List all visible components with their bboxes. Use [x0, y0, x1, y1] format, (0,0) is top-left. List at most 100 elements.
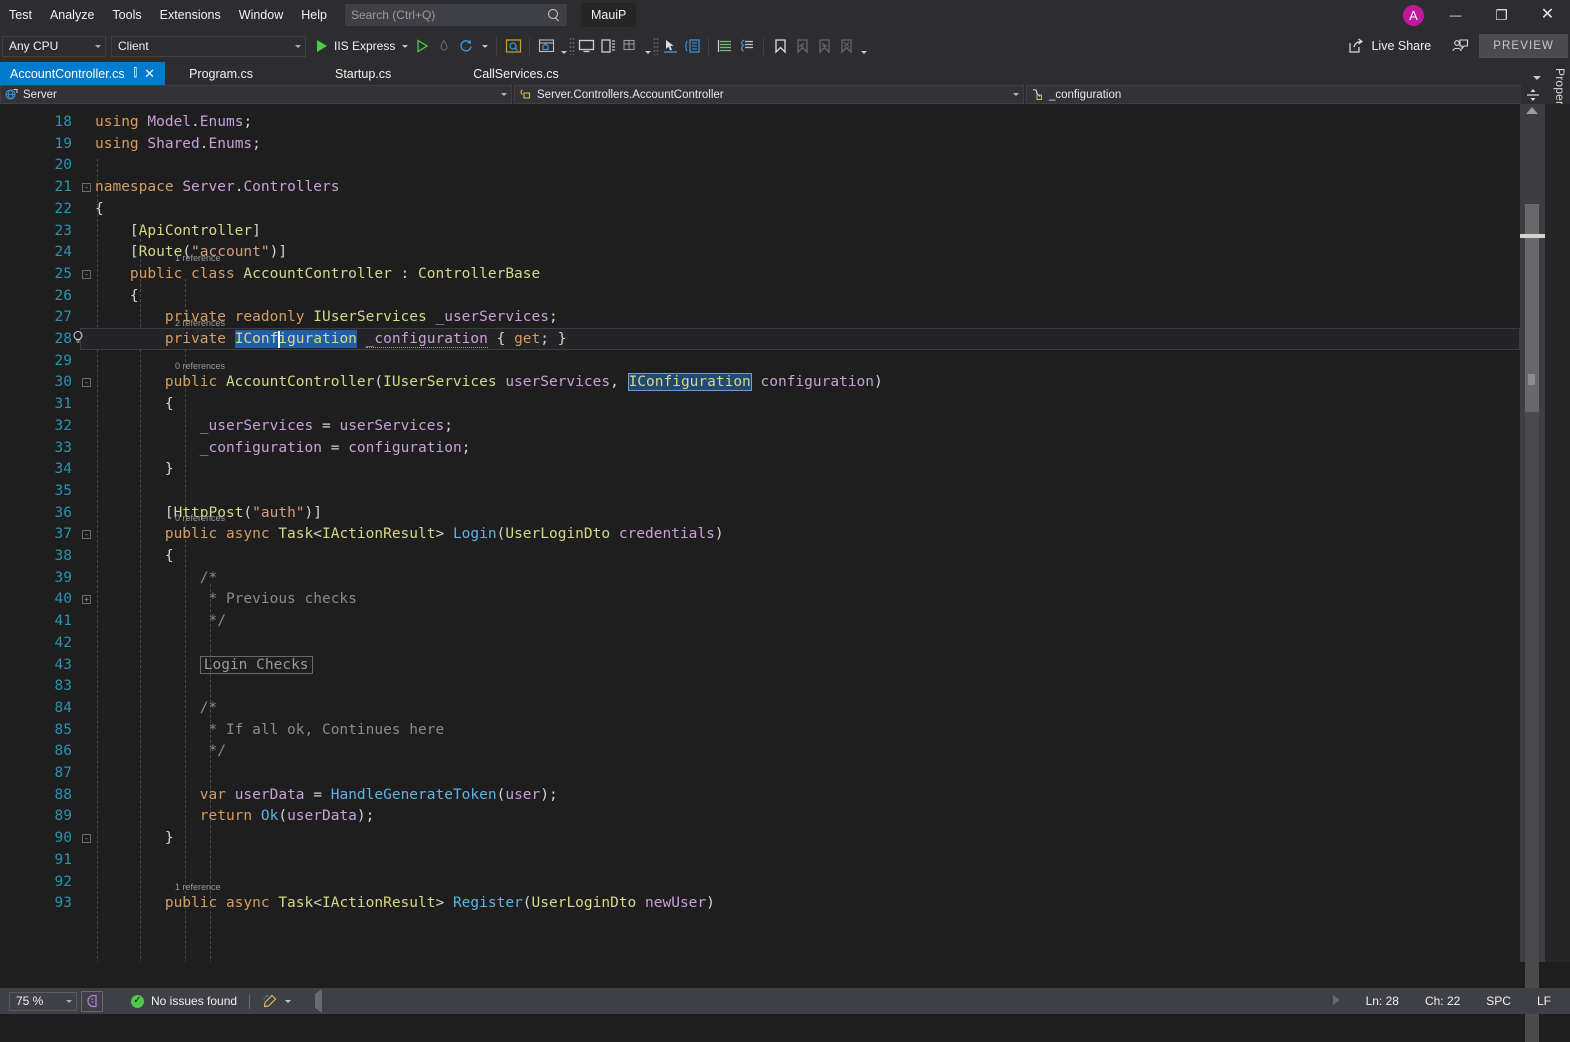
code-line[interactable] — [0, 633, 1520, 655]
menu-item-extensions[interactable]: Extensions — [151, 3, 230, 27]
desktop-preview-button[interactable] — [575, 35, 597, 57]
outlining-toggle[interactable]: - — [82, 530, 91, 539]
scroll-up-arrow-icon[interactable] — [1526, 107, 1538, 114]
code-line[interactable]: } — [0, 828, 1520, 850]
restart-button[interactable] — [455, 35, 477, 57]
code-line[interactable]: { — [0, 199, 1520, 221]
codelens-reference-count[interactable]: 0 references — [175, 361, 225, 372]
live-share-button[interactable]: Live Share — [1348, 38, 1431, 54]
xaml-live-tree-button[interactable] — [681, 35, 703, 57]
code-line[interactable] — [0, 850, 1520, 872]
avatar[interactable]: A — [1403, 5, 1424, 26]
toolbar-overflow-button[interactable] — [857, 35, 869, 57]
run-target-dropdown[interactable] — [397, 35, 411, 57]
spaces-indicator[interactable]: SPC — [1473, 994, 1524, 1008]
comment-selection-button[interactable] — [714, 35, 736, 57]
code-line[interactable]: [HttpPost("auth")] — [0, 503, 1520, 525]
outlining-toggle[interactable]: + — [82, 595, 91, 604]
code-line[interactable] — [0, 872, 1520, 894]
code-line[interactable]: public async Task<IActionResult> Registe… — [0, 893, 1520, 915]
next-bookmark-button[interactable] — [813, 35, 835, 57]
codelens-reference-count[interactable]: 1 reference — [175, 253, 221, 264]
select-device-dropdown[interactable] — [641, 35, 653, 57]
codelens-reference-count[interactable]: 0 references — [175, 513, 225, 524]
code-line[interactable]: Login Checks — [0, 655, 1520, 677]
member-scope-dropdown[interactable]: _configuration — [1026, 85, 1526, 104]
code-line[interactable]: */ — [0, 611, 1520, 633]
code-line[interactable]: * Previous checks — [0, 589, 1520, 611]
code-line[interactable] — [0, 676, 1520, 698]
code-line[interactable] — [0, 763, 1520, 785]
vertical-scrollbar[interactable] — [1520, 104, 1545, 962]
outlining-toggle[interactable]: - — [82, 834, 91, 843]
outlining-toggle[interactable]: - — [82, 270, 91, 279]
code-line[interactable]: using Model.Enums; — [0, 112, 1520, 134]
zoom-level-dropdown[interactable]: 75 % — [9, 992, 77, 1011]
code-line[interactable]: { — [0, 546, 1520, 568]
code-line[interactable]: */ — [0, 741, 1520, 763]
split-editor-button[interactable] — [1521, 85, 1545, 104]
code-line[interactable]: [ApiController] — [0, 221, 1520, 243]
device-preview-button[interactable] — [597, 35, 619, 57]
code-line[interactable]: public AccountController(IUserServices u… — [0, 372, 1520, 394]
code-line[interactable] — [0, 481, 1520, 503]
line-ending-indicator[interactable]: LF — [1524, 994, 1564, 1008]
pointer-select-button[interactable] — [659, 35, 681, 57]
code-line[interactable]: return Ok(userData); — [0, 806, 1520, 828]
code-line[interactable]: _configuration = configuration; — [0, 438, 1520, 460]
preview-changes-button[interactable] — [502, 35, 524, 57]
code-line[interactable]: private IConfiguration _configuration { … — [0, 329, 1520, 351]
type-scope-dropdown[interactable]: Server.Controllers.AccountController — [514, 85, 1024, 104]
hot-reload-button[interactable] — [433, 35, 455, 57]
code-line[interactable]: { — [0, 286, 1520, 308]
select-device-button[interactable] — [619, 35, 641, 57]
outlining-toggle[interactable]: - — [82, 183, 91, 192]
start-without-debugging-button[interactable] — [411, 35, 433, 57]
codelens-reference-count[interactable]: 2 references — [175, 318, 225, 329]
pin-icon[interactable]: ⫿ — [134, 67, 138, 80]
tab-accountcontroller[interactable]: AccountController.cs ⫿ ✕ — [0, 62, 165, 85]
toggle-bookmark-button[interactable] — [769, 35, 791, 57]
previous-bookmark-button[interactable] — [791, 35, 813, 57]
menu-item-tools[interactable]: Tools — [103, 3, 150, 27]
code-line[interactable]: using Shared.Enums; — [0, 134, 1520, 156]
code-line[interactable]: [Route("account")] — [0, 242, 1520, 264]
startup-project-dropdown[interactable]: Client — [111, 36, 306, 57]
code-line[interactable]: /* — [0, 568, 1520, 590]
code-line[interactable]: var userData = HandleGenerateToken(user)… — [0, 785, 1520, 807]
code-line[interactable]: { — [0, 394, 1520, 416]
platform-dropdown[interactable]: Any CPU — [2, 36, 106, 57]
window-minimize-button[interactable]: — — [1433, 0, 1478, 30]
start-debug-button[interactable] — [311, 35, 333, 57]
code-line[interactable]: _userServices = userServices; — [0, 416, 1520, 438]
restart-dropdown[interactable] — [477, 35, 491, 57]
code-line[interactable]: public class AccountController : Control… — [0, 264, 1520, 286]
uncomment-selection-button[interactable] — [736, 35, 758, 57]
codelens-reference-count[interactable]: 1 reference — [175, 882, 221, 893]
scrollbar-track-region[interactable] — [1525, 412, 1539, 1042]
outlining-toggle[interactable]: - — [82, 378, 91, 387]
code-line[interactable]: private readonly IUserServices _userServ… — [0, 307, 1520, 329]
code-line[interactable]: /* — [0, 698, 1520, 720]
menu-item-window[interactable]: Window — [230, 3, 292, 27]
code-line[interactable]: * If all ok, Continues here — [0, 720, 1520, 742]
tab-callservices[interactable]: CallServices.cs — [463, 62, 568, 85]
project-scope-dropdown[interactable]: Server — [0, 85, 512, 104]
code-line[interactable] — [0, 155, 1520, 177]
code-editor[interactable]: 18using Model.Enums;19using Shared.Enums… — [0, 104, 1545, 962]
window-maximize-button[interactable]: ❐ — [1479, 0, 1524, 30]
code-line[interactable]: } — [0, 459, 1520, 481]
status-scroll-left-button[interactable] — [315, 994, 322, 1008]
tab-program[interactable]: Program.cs — [179, 62, 263, 85]
menu-item-test[interactable]: Test — [0, 3, 41, 27]
live-preview-dropdown[interactable] — [557, 35, 569, 57]
tab-startup[interactable]: Startup.cs — [325, 62, 401, 85]
window-close-button[interactable]: ✕ — [1525, 0, 1570, 30]
menu-item-analyze[interactable]: Analyze — [41, 3, 103, 27]
code-line[interactable] — [0, 351, 1520, 373]
intellicode-button[interactable] — [81, 991, 103, 1012]
issues-indicator[interactable]: ✓ No issues found — [131, 994, 237, 1008]
live-preview-button[interactable] — [535, 35, 557, 57]
clear-bookmarks-button[interactable] — [835, 35, 857, 57]
code-line[interactable]: public async Task<IActionResult> Login(U… — [0, 524, 1520, 546]
